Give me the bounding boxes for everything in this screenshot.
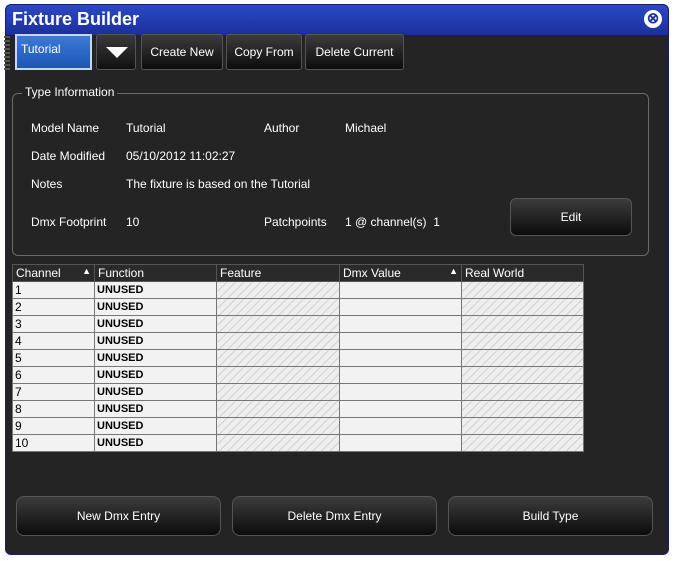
feature-cell: [216, 281, 340, 299]
fixture-type-select[interactable]: Tutorial: [15, 34, 92, 70]
channel-cell: 7: [12, 383, 95, 401]
model-name-label: Model Name: [31, 121, 100, 135]
sort-ascending-icon: ▲: [82, 266, 91, 276]
triangle-down-icon: [106, 47, 128, 58]
notes-label: Notes: [31, 177, 63, 191]
close-icon[interactable]: ⊗: [644, 10, 662, 28]
author-value: Michael: [345, 121, 387, 135]
channel-table: Channel ▲ Function Feature Dmx Value ▲ Rea…: [12, 264, 584, 452]
create-new-button[interactable]: Create New: [141, 34, 223, 70]
channel-cell: 6: [12, 366, 95, 384]
group-title: Type Information: [22, 85, 118, 99]
column-header-feature[interactable]: Feature: [216, 264, 340, 282]
dmx-value-cell[interactable]: [339, 400, 462, 418]
feature-cell: [216, 298, 340, 316]
function-cell[interactable]: UNUSED: [94, 383, 217, 401]
table-row[interactable]: 1 UNUSED: [12, 281, 584, 299]
patchpoints-value: 1 @ channel(s) 1: [345, 215, 440, 229]
table-row[interactable]: 10 UNUSED: [12, 434, 584, 452]
feature-cell: [216, 349, 340, 367]
edit-button[interactable]: Edit: [510, 198, 632, 236]
function-cell[interactable]: UNUSED: [94, 298, 217, 316]
copy-from-button[interactable]: Copy From: [226, 34, 302, 70]
real-world-cell: [461, 417, 584, 435]
real-world-cell: [461, 434, 584, 452]
function-cell[interactable]: UNUSED: [94, 417, 217, 435]
function-cell[interactable]: UNUSED: [94, 366, 217, 384]
channel-cell: 5: [12, 349, 95, 367]
feature-cell: [216, 434, 340, 452]
title-bar[interactable]: Fixture Builder ⊗: [6, 5, 668, 35]
dmx-value-cell[interactable]: [339, 366, 462, 384]
function-cell[interactable]: UNUSED: [94, 349, 217, 367]
column-header-channel[interactable]: Channel ▲: [12, 264, 95, 282]
table-row[interactable]: 2 UNUSED: [12, 298, 584, 316]
column-header-function[interactable]: Function: [94, 264, 217, 282]
dmx-value-cell[interactable]: [339, 332, 462, 350]
table-row[interactable]: 7 UNUSED: [12, 383, 584, 401]
table-row[interactable]: 5 UNUSED: [12, 349, 584, 367]
dmx-value-cell[interactable]: [339, 349, 462, 367]
new-dmx-entry-button[interactable]: New Dmx Entry: [16, 496, 221, 536]
function-cell[interactable]: UNUSED: [94, 332, 217, 350]
date-modified-label: Date Modified: [31, 149, 106, 163]
table-row[interactable]: 9 UNUSED: [12, 417, 584, 435]
dmx-footprint-label: Dmx Footprint: [31, 215, 107, 229]
date-modified-value: 05/10/2012 11:02:27: [126, 149, 236, 163]
notes-value: The fixture is based on the Tutorial: [126, 177, 311, 191]
window-title: Fixture Builder: [12, 9, 140, 29]
table-row[interactable]: 6 UNUSED: [12, 366, 584, 384]
real-world-cell: [461, 315, 584, 333]
dmx-value-cell[interactable]: [339, 281, 462, 299]
channel-cell: 9: [12, 417, 95, 435]
model-name-value: Tutorial: [126, 121, 166, 135]
channel-cell: 3: [12, 315, 95, 333]
feature-cell: [216, 332, 340, 350]
channel-cell: 1: [12, 281, 95, 299]
toolbar-grip[interactable]: [4, 36, 10, 70]
real-world-cell: [461, 332, 584, 350]
real-world-cell: [461, 383, 584, 401]
dmx-value-cell[interactable]: [339, 383, 462, 401]
column-header-real-world[interactable]: Real World: [461, 264, 584, 282]
real-world-cell: [461, 298, 584, 316]
feature-cell: [216, 417, 340, 435]
dmx-value-cell[interactable]: [339, 298, 462, 316]
channel-cell: 2: [12, 298, 95, 316]
channel-cell: 8: [12, 400, 95, 418]
function-cell[interactable]: UNUSED: [94, 434, 217, 452]
delete-dmx-entry-button[interactable]: Delete Dmx Entry: [232, 496, 437, 536]
table-row[interactable]: 3 UNUSED: [12, 315, 584, 333]
feature-cell: [216, 383, 340, 401]
column-header-dmx-value[interactable]: Dmx Value ▲: [339, 264, 462, 282]
real-world-cell: [461, 366, 584, 384]
function-cell[interactable]: UNUSED: [94, 315, 217, 333]
dmx-footprint-value: 10: [126, 215, 140, 229]
function-cell[interactable]: UNUSED: [94, 281, 217, 299]
build-type-button[interactable]: Build Type: [448, 496, 653, 536]
channel-cell: 10: [12, 434, 95, 452]
real-world-cell: [461, 281, 584, 299]
real-world-cell: [461, 400, 584, 418]
author-label: Author: [264, 121, 300, 135]
delete-current-button[interactable]: Delete Current: [305, 34, 404, 70]
feature-cell: [216, 366, 340, 384]
dropdown-button[interactable]: [96, 34, 136, 70]
function-cell[interactable]: UNUSED: [94, 400, 217, 418]
sort-ascending-icon: ▲: [449, 266, 458, 276]
channel-cell: 4: [12, 332, 95, 350]
feature-cell: [216, 315, 340, 333]
table-row[interactable]: 4 UNUSED: [12, 332, 584, 350]
dmx-value-cell[interactable]: [339, 434, 462, 452]
real-world-cell: [461, 349, 584, 367]
table-header-row: Channel ▲ Function Feature Dmx Value ▲ Rea…: [12, 264, 584, 282]
table-row[interactable]: 8 UNUSED: [12, 400, 584, 418]
dmx-value-cell[interactable]: [339, 315, 462, 333]
patchpoints-label: Patchpoints: [264, 215, 327, 229]
dmx-value-cell[interactable]: [339, 417, 462, 435]
feature-cell: [216, 400, 340, 418]
